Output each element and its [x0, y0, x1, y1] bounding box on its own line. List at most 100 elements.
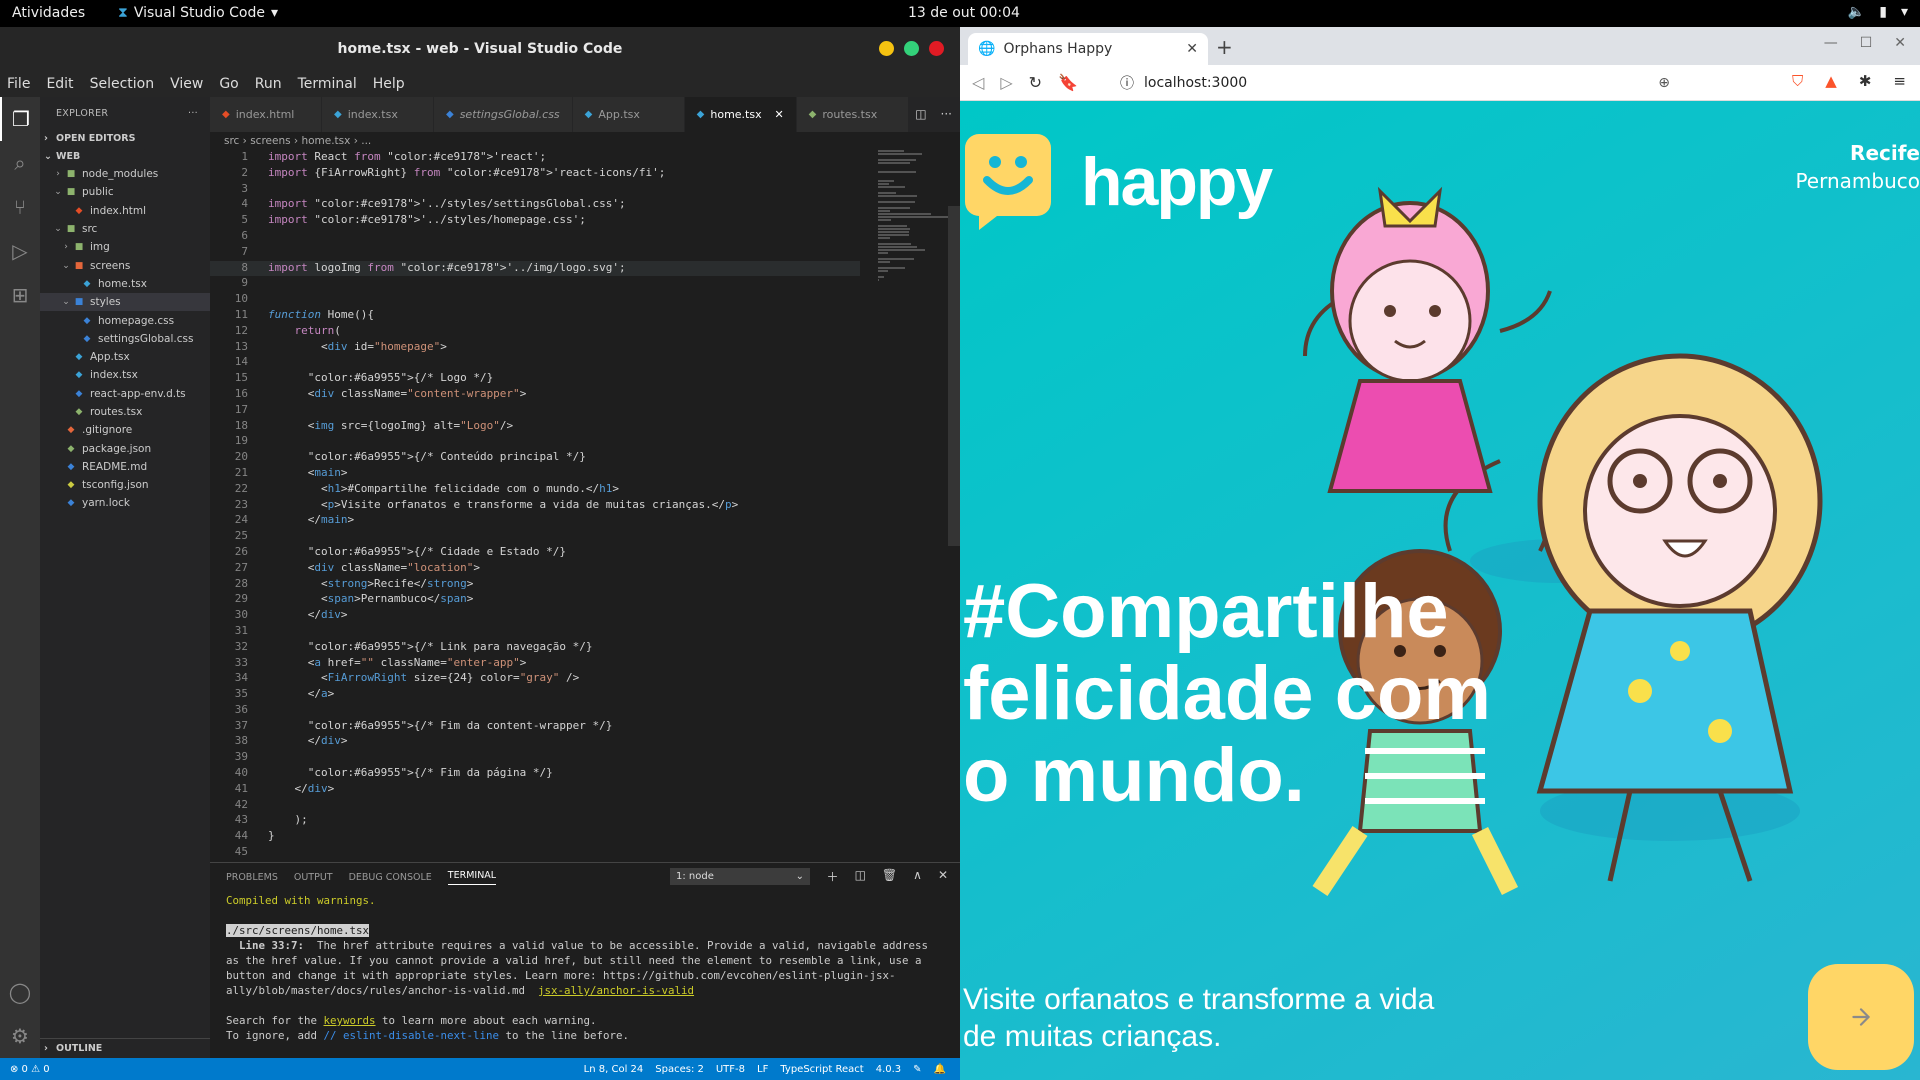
bookmark-icon[interactable]: 🔖	[1058, 73, 1078, 92]
extensions-icon[interactable]: ⊞	[0, 273, 40, 317]
tree-item[interactable]: ◆ yarn.lock	[40, 494, 210, 512]
reload-icon[interactable]: ↻	[1029, 73, 1042, 92]
terminal-rule-link[interactable]: jsx-ally/anchor-is-valid	[538, 984, 694, 997]
editor-tab[interactable]: ◆ home.tsx ✕	[684, 97, 797, 132]
browser-tab[interactable]: 🌐 Orphans Happy ✕	[968, 33, 1208, 65]
tree-item[interactable]: ◆ package.json	[40, 439, 210, 457]
workspace-section[interactable]: ⌄ WEB	[40, 147, 210, 165]
back-icon[interactable]: ◁	[972, 73, 984, 92]
ts-version[interactable]: 4.0.3	[876, 1064, 901, 1075]
bell-icon[interactable]: 🔔	[934, 1064, 946, 1075]
editor-tab[interactable]: ◆ settingsGlobal.css	[434, 97, 573, 132]
tree-item[interactable]: ◆ index.tsx	[40, 366, 210, 384]
minimize-button[interactable]	[879, 41, 894, 56]
close-tab-icon[interactable]: ✕	[774, 108, 783, 121]
tree-item[interactable]: ◆ tsconfig.json	[40, 476, 210, 494]
menu-item-file[interactable]: File	[7, 76, 30, 92]
tree-item[interactable]: ⌄ ■ screens	[40, 256, 210, 274]
explorer-icon[interactable]: ❐	[0, 97, 40, 141]
code-editor[interactable]: 1 import React from "color:#ce9178">'reac…	[210, 150, 860, 862]
panel-tab-terminal[interactable]: TERMINAL	[447, 870, 497, 885]
close-icon[interactable]: ✕	[1894, 35, 1906, 51]
tree-item[interactable]: ◆ .gitignore	[40, 421, 210, 439]
terminal-select[interactable]: 1: node ⌄	[670, 868, 810, 885]
minimize-icon[interactable]: —	[1824, 35, 1838, 51]
cursor-position[interactable]: Ln 8, Col 24	[584, 1064, 644, 1075]
problems-status[interactable]: ⊗ 0 ⚠ 0	[10, 1064, 50, 1075]
menu-item-selection[interactable]: Selection	[90, 76, 155, 92]
terminal-output[interactable]: Compiled with warnings. ./src/screens/ho…	[210, 891, 960, 1076]
puzzle-icon[interactable]: ✱	[1859, 72, 1872, 90]
indentation[interactable]: Spaces: 2	[655, 1064, 704, 1075]
zoom-icon[interactable]: ⊕	[1658, 75, 1670, 91]
enter-app-button[interactable]	[1808, 964, 1914, 1070]
search-icon[interactable]: ⌕	[0, 141, 40, 185]
trash-icon[interactable]: 🗑	[882, 868, 897, 885]
tree-item[interactable]: ◆ README.md	[40, 458, 210, 476]
editor-tab[interactable]: ◆ routes.tsx	[796, 97, 909, 132]
file-icon: ◆	[75, 407, 83, 417]
end-of-line[interactable]: LF	[757, 1064, 768, 1075]
clock[interactable]: 13 de out 00:04	[908, 5, 1020, 21]
encoding[interactable]: UTF-8	[716, 1064, 745, 1075]
editor-tab[interactable]: ◆ index.tsx	[322, 97, 434, 132]
app-menu[interactable]: ⧗ Visual Studio Code ▾	[118, 5, 278, 21]
source-control-icon[interactable]: ⑂	[0, 185, 40, 229]
feedback-icon[interactable]: ✎	[913, 1064, 921, 1075]
menu-item-help[interactable]: Help	[373, 76, 405, 92]
tree-item[interactable]: ◆ App.tsx	[40, 348, 210, 366]
brave-rewards-icon[interactable]: ▲	[1825, 72, 1837, 90]
account-icon[interactable]: ◯	[0, 970, 40, 1014]
tree-item[interactable]: ◆ settingsGlobal.css	[40, 330, 210, 348]
new-tab-button[interactable]: +	[1216, 35, 1233, 59]
close-panel-icon[interactable]: ✕	[938, 868, 948, 885]
scroll-thumb[interactable]	[948, 206, 960, 546]
run-debug-icon[interactable]: ▷	[0, 229, 40, 273]
editor-tab[interactable]: ◆ App.tsx	[572, 97, 685, 132]
brave-shield-icon[interactable]: ⛉	[1792, 72, 1803, 90]
menu-item-run[interactable]: Run	[255, 76, 282, 92]
breadcrumb[interactable]: src › screens › home.tsx › ...	[210, 132, 960, 150]
maximize-icon[interactable]: ☐	[1860, 35, 1873, 51]
line-number: 2	[241, 165, 248, 179]
activities-button[interactable]: Atividades	[12, 5, 85, 21]
menu-icon[interactable]: ≡	[1893, 72, 1906, 90]
panel-tab-debug-console[interactable]: DEBUG CONSOLE	[349, 872, 432, 883]
tree-item[interactable]: ⌄ ■ src	[40, 220, 210, 238]
tree-item[interactable]: ◆ index.html	[40, 202, 210, 220]
menu-item-terminal[interactable]: Terminal	[298, 76, 357, 92]
close-tab-icon[interactable]: ✕	[1186, 41, 1198, 57]
tree-item[interactable]: › ■ img	[40, 238, 210, 256]
tree-item[interactable]: › ■ node_modules	[40, 165, 210, 183]
menu-item-edit[interactable]: Edit	[46, 76, 73, 92]
tree-item[interactable]: ⌄ ■ styles	[40, 293, 210, 312]
more-actions-icon[interactable]: ···	[188, 108, 198, 119]
maximize-button[interactable]	[904, 41, 919, 56]
editor-scrollbar[interactable]	[948, 150, 960, 862]
open-editors-section[interactable]: › OPEN EDITORS	[40, 129, 210, 147]
tree-item[interactable]: ◆ routes.tsx	[40, 403, 210, 421]
gear-icon[interactable]: ⚙	[0, 1014, 40, 1058]
split-editor-icon[interactable]: ◫	[915, 107, 926, 121]
tree-item[interactable]: ◆ react-app-env.d.ts	[40, 385, 210, 403]
tree-item[interactable]: ◆ homepage.css	[40, 311, 210, 329]
panel-tab-output[interactable]: OUTPUT	[294, 872, 333, 883]
line-number: 4	[241, 197, 248, 211]
outline-section[interactable]: › OUTLINE	[40, 1038, 210, 1058]
more-actions-icon[interactable]: ···	[941, 107, 952, 121]
menu-item-view[interactable]: View	[170, 76, 203, 92]
panel-tab-problems[interactable]: PROBLEMS	[226, 872, 278, 883]
address-bar[interactable]: ⓘ localhost:3000 ⊕	[1120, 69, 1670, 97]
new-terminal-icon[interactable]: ＋	[827, 868, 839, 885]
menu-item-go[interactable]: Go	[219, 76, 238, 92]
system-tray[interactable]: 🔈 ▮ ▾	[1848, 4, 1908, 20]
close-button[interactable]	[929, 41, 944, 56]
language-mode[interactable]: TypeScript React	[780, 1064, 863, 1075]
minimap[interactable]	[878, 150, 948, 281]
split-terminal-icon[interactable]: ◫	[855, 868, 866, 885]
maximize-panel-icon[interactable]: ∧	[913, 868, 922, 885]
tree-item[interactable]: ⌄ ■ public	[40, 183, 210, 201]
forward-icon[interactable]: ▷	[1000, 73, 1012, 92]
editor-tab[interactable]: ◆ index.html	[210, 97, 322, 132]
tree-item[interactable]: ◆ home.tsx	[40, 275, 210, 293]
